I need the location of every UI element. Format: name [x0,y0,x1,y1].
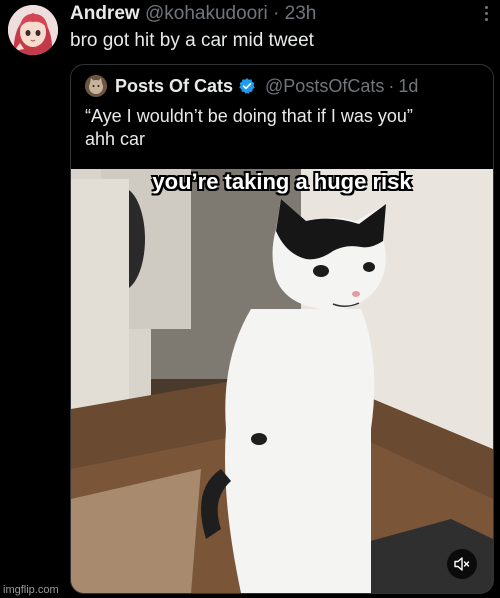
more-dots-icon[interactable] [484,6,490,24]
tweet: Andrew @kohakudoori · 23h bro got hit by… [0,0,500,598]
separator-dot: · [273,3,280,24]
imgflip-watermark: imgflip.com [3,584,59,596]
anime-avatar-icon [8,5,58,55]
cat-avatar-icon [85,75,107,97]
quoted-tweet-time[interactable]: 1d [398,76,418,97]
quoted-separator-dot: · [388,75,395,96]
quoted-tweet-text: “Aye I wouldn’t be doing that if I was y… [85,105,413,151]
quoted-text-line-1: “Aye I wouldn’t be doing that if I was y… [85,106,413,126]
tweet-header: Andrew @kohakudoori · 23h [70,3,316,25]
quoted-author-handle[interactable]: @PostsOfCats [265,76,384,97]
author-handle[interactable]: @kohakudoori [145,3,268,24]
video-caption: you’re taking a huge risk [152,169,412,194]
author-avatar[interactable] [8,5,58,55]
quoted-tweet-header: Posts Of Cats @PostsOfCats · 1d [85,75,418,97]
cat-video-frame [71,169,493,593]
author-name[interactable]: Andrew [70,3,140,24]
verified-badge-icon [239,78,255,94]
speaker-muted-icon [454,557,470,571]
tweet-time[interactable]: 23h [285,3,317,24]
quoted-text-line-2: ahh car [85,129,146,149]
mute-button[interactable] [447,549,477,579]
quoted-author-name[interactable]: Posts Of Cats [115,76,233,97]
tweet-text: bro got hit by a car mid tweet [70,30,314,51]
quoted-author-avatar[interactable] [85,75,107,97]
quoted-tweet[interactable]: Posts Of Cats @PostsOfCats · 1d “Aye I w… [70,64,494,594]
quoted-tweet-video[interactable]: you’re taking a huge risk [71,169,493,593]
